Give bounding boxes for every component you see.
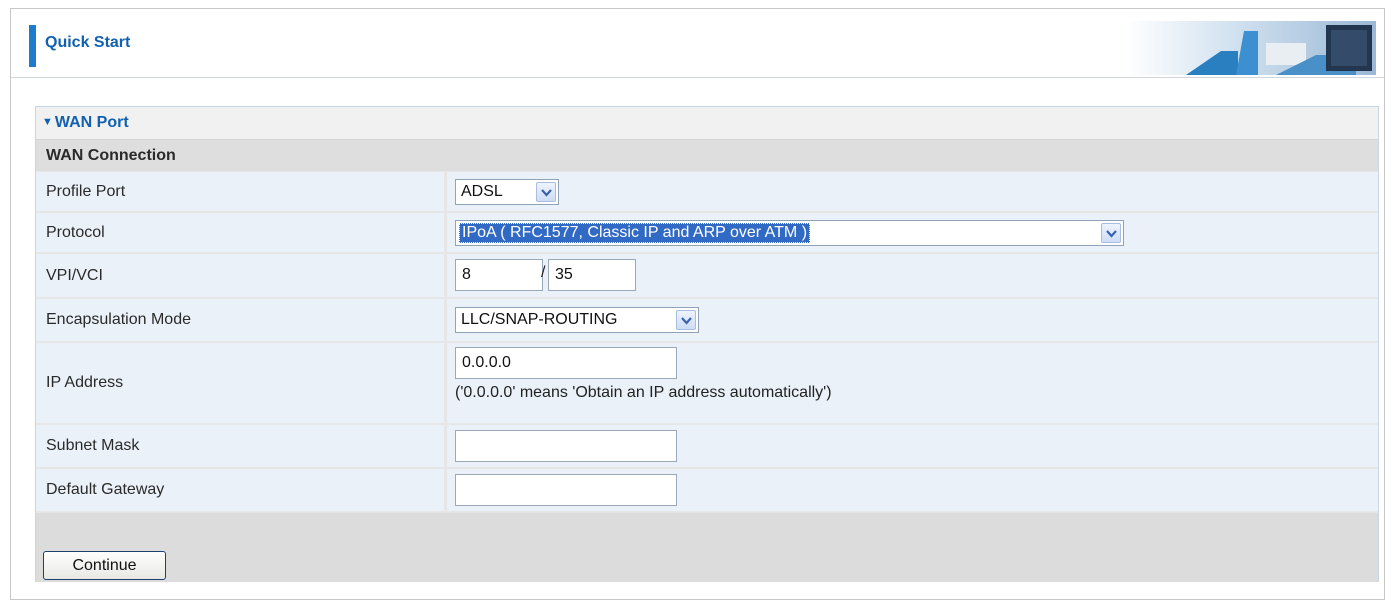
ip-address-row: IP Address ('0.0.0.0' means 'Obtain an I… <box>36 343 1378 423</box>
profile-port-label: Profile Port <box>36 172 444 211</box>
default-gateway-row: Default Gateway <box>36 469 1378 511</box>
caret-down-icon: ▼ <box>42 116 53 128</box>
profile-port-select[interactable]: ADSL <box>455 179 559 205</box>
wan-port-section: ▼ WAN Port WAN Connection Profile Port AD… <box>35 106 1379 582</box>
encapsulation-label: Encapsulation Mode <box>36 299 444 341</box>
page-title: Quick Start <box>45 34 131 51</box>
vpi-vci-row: VPI/VCI / <box>36 254 1378 297</box>
wan-connection-subheading: WAN Connection <box>36 140 1378 171</box>
vpi-vci-separator: / <box>541 264 546 281</box>
encapsulation-select[interactable]: LLC/SNAP-ROUTING <box>455 307 699 333</box>
vpi-input[interactable] <box>455 259 543 291</box>
page-frame: Quick Start ▼ WAN Port WAN Connection Pr… <box>10 8 1385 600</box>
page-header: Quick Start <box>11 9 1384 78</box>
ip-address-label: IP Address <box>36 343 444 423</box>
chevron-down-icon[interactable] <box>676 310 696 330</box>
default-gateway-label: Default Gateway <box>36 469 444 511</box>
subnet-mask-row: Subnet Mask <box>36 425 1378 467</box>
vci-input[interactable] <box>548 259 636 291</box>
protocol-select[interactable]: IPoA ( RFC1577, Classic IP and ARP over … <box>455 220 1124 246</box>
button-row: Continue <box>36 513 1378 582</box>
default-gateway-input[interactable] <box>455 474 677 506</box>
ip-address-input[interactable] <box>455 347 677 379</box>
continue-button[interactable]: Continue <box>43 551 166 580</box>
title-accent-bar <box>29 25 36 67</box>
office-banner-image <box>1126 21 1376 75</box>
subnet-mask-input[interactable] <box>455 430 677 462</box>
ip-address-hint: ('0.0.0.0' means 'Obtain an IP address a… <box>455 384 832 401</box>
section-header[interactable]: ▼ WAN Port <box>36 107 1378 140</box>
chevron-down-icon[interactable] <box>536 182 556 202</box>
encapsulation-row: Encapsulation Mode LLC/SNAP-ROUTING <box>36 299 1378 341</box>
protocol-label: Protocol <box>36 213 444 252</box>
subnet-mask-label: Subnet Mask <box>36 425 444 467</box>
vpi-vci-label: VPI/VCI <box>36 254 444 297</box>
profile-port-row: Profile Port ADSL <box>36 172 1378 211</box>
chevron-down-icon[interactable] <box>1101 223 1121 243</box>
protocol-row: Protocol IPoA ( RFC1577, Classic IP and … <box>36 213 1378 252</box>
section-title[interactable]: ▼ WAN Port <box>42 114 129 132</box>
